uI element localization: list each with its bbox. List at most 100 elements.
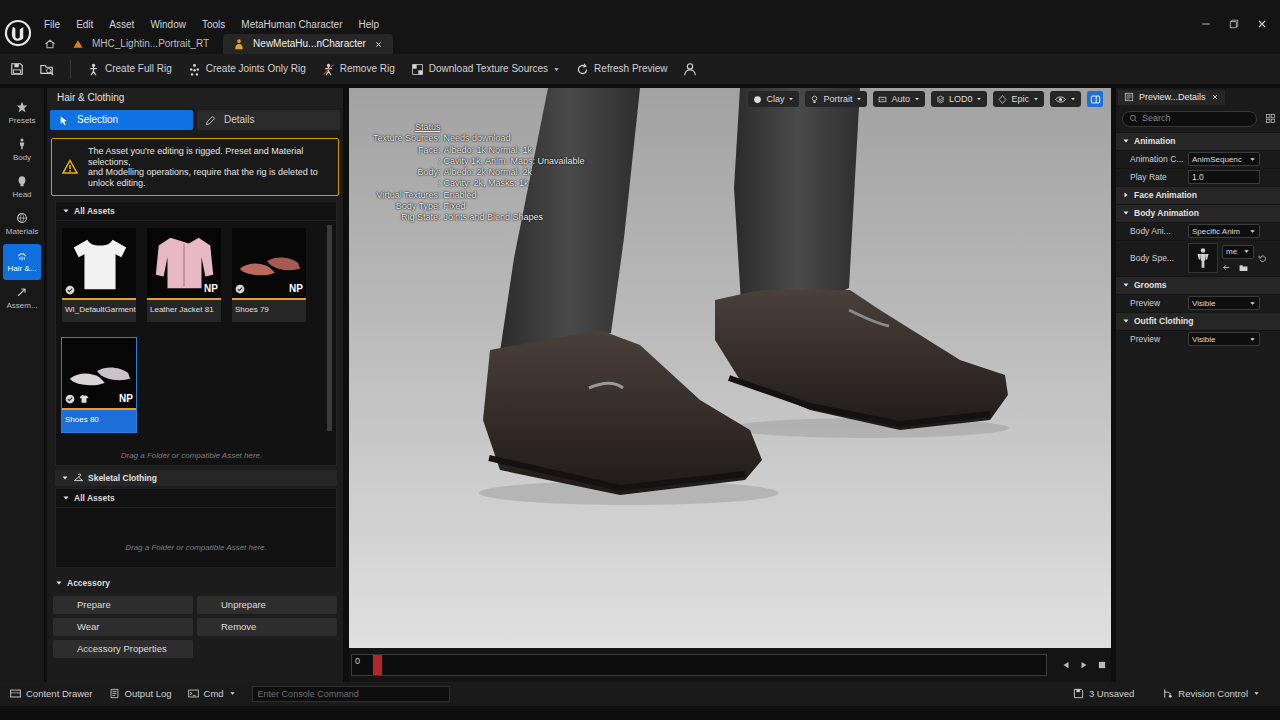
revision-control-button[interactable]: Revision Control xyxy=(1156,688,1266,699)
accessory-header[interactable]: Accessory xyxy=(55,578,337,588)
expand-arrow-icon xyxy=(62,494,70,502)
account-button[interactable] xyxy=(683,62,697,76)
preview-details-panel: Preview...DetailsAnimationAnimation C...… xyxy=(1116,88,1280,682)
asset-name: Leather Jacket 81 xyxy=(147,300,221,322)
asset-tile[interactable]: NPShoes 79 xyxy=(231,227,307,323)
stop-button[interactable] xyxy=(1097,660,1107,670)
asset-tile[interactable]: WI_DefaultGarment xyxy=(61,227,137,323)
all-assets-header[interactable]: All Assets xyxy=(56,489,336,508)
viewport-render[interactable]: ClayPortraitAutoLOD0EpicStatusTexture So… xyxy=(349,88,1111,648)
visibility-dropdown[interactable] xyxy=(1050,91,1081,107)
button-label: Revision Control xyxy=(1178,688,1248,699)
rig-icon xyxy=(87,63,100,76)
viewport-dropdown[interactable]: Auto xyxy=(873,91,925,107)
wearable-indicator xyxy=(164,284,174,294)
property-dropdown[interactable]: Visible xyxy=(1188,296,1260,310)
sidebar-item[interactable]: Assem... xyxy=(3,281,41,317)
previous-button[interactable] xyxy=(1061,660,1071,670)
unsaved-button[interactable]: 3 Unsaved xyxy=(1067,688,1140,699)
minimize-button[interactable] xyxy=(1192,14,1220,34)
viewport-dropdown[interactable]: Portrait xyxy=(805,91,867,107)
property-dropdown[interactable]: Visible xyxy=(1188,332,1260,346)
viewport-layout-toggle[interactable] xyxy=(1087,91,1103,107)
asset-grid: WI_DefaultGarmentNPLeather Jacket 81NPSh… xyxy=(56,221,327,433)
asset-dropdown[interactable]: me xyxy=(1222,245,1254,259)
viewport-dropdown[interactable]: Epic xyxy=(993,91,1044,107)
playhead[interactable] xyxy=(373,655,382,675)
details-tab[interactable]: Preview...Details xyxy=(1118,90,1225,105)
section-header[interactable]: Outfit Clothing xyxy=(1116,312,1280,330)
sidebar-item[interactable]: Head xyxy=(3,170,41,206)
menu-item[interactable]: MetaHuman Character xyxy=(233,15,350,34)
dropdown-value: AnimSequenc xyxy=(1192,155,1247,165)
accessory-button[interactable]: Prepare xyxy=(53,596,193,614)
light-bulb-icon xyxy=(810,95,819,104)
accessory-button[interactable]: Accessory Properties xyxy=(53,640,193,658)
menu-item[interactable]: Help xyxy=(350,15,387,34)
close-icon[interactable] xyxy=(374,40,383,49)
np-badge: NP xyxy=(289,283,303,295)
status-bar-button[interactable]: Content Drawer xyxy=(4,688,99,699)
document-tab[interactable]: MHC_Lightin...Portrait_RT xyxy=(62,34,219,54)
logo-area xyxy=(0,0,36,54)
status-label: Body Type: xyxy=(373,201,441,212)
play-button[interactable] xyxy=(1079,660,1089,670)
viewport-dropdown[interactable]: Clay xyxy=(748,91,799,107)
toolbar-button[interactable]: Remove Rig xyxy=(322,63,395,76)
sidebar-item[interactable]: Body xyxy=(3,133,41,169)
timeline-track[interactable]: 0 xyxy=(351,654,1047,676)
menu-item[interactable]: Edit xyxy=(68,15,101,34)
accessory-button[interactable]: Unprepare xyxy=(197,596,337,614)
status-bar: Content Drawer Output Log Cmd 3 Unsaved Revi… xyxy=(0,682,1280,706)
asset-thumbnail: NP xyxy=(62,338,136,410)
dropdown-arrow-icon xyxy=(1249,156,1256,163)
scrollbar-thumb[interactable] xyxy=(327,225,332,431)
accessory-button[interactable]: Wear xyxy=(53,618,193,636)
asset-tile[interactable]: NPLeather Jacket 81 xyxy=(146,227,222,323)
property-dropdown[interactable]: Specific Anim xyxy=(1188,224,1260,238)
close-icon[interactable] xyxy=(1211,93,1219,101)
section-header[interactable]: Grooms xyxy=(1116,276,1280,294)
asset-tile[interactable]: NPShoes 80 xyxy=(61,337,137,433)
section-header[interactable]: Face Animation xyxy=(1116,186,1280,204)
status-bar-button[interactable]: Cmd xyxy=(182,688,242,699)
property-input[interactable]: 1.0 xyxy=(1188,170,1260,184)
close-button[interactable] xyxy=(1248,14,1276,34)
button-label: Remove Rig xyxy=(340,63,395,75)
console-input[interactable] xyxy=(252,686,450,702)
viewport-toolbar: Clay Portrait Auto LOD0 Epic xyxy=(748,91,1103,107)
skeletal-clothing-header[interactable]: Skeletal Clothing xyxy=(55,470,337,486)
all-assets-header[interactable]: All Assets xyxy=(56,202,336,221)
menu-item[interactable]: File xyxy=(36,15,68,34)
menu-item[interactable]: Asset xyxy=(101,15,142,34)
viewport-dropdown[interactable]: LOD0 xyxy=(931,91,988,107)
section-title: Face Animation xyxy=(1134,190,1197,200)
browse-button[interactable] xyxy=(40,62,54,76)
menu-item[interactable]: Tools xyxy=(194,15,233,34)
toolbar-button[interactable]: Refresh Preview xyxy=(576,63,667,76)
property-dropdown[interactable]: AnimSequenc xyxy=(1188,152,1260,166)
status-bar-button[interactable]: Output Log xyxy=(103,688,178,699)
panel-tab[interactable]: Selection xyxy=(50,110,193,130)
sidebar-item[interactable]: Materials xyxy=(3,207,41,243)
reset-icon[interactable] xyxy=(1258,254,1267,263)
section-header[interactable]: Animation xyxy=(1116,132,1280,150)
use-selected-icon xyxy=(1222,263,1231,272)
menu-item[interactable]: Window xyxy=(142,15,194,34)
toolbar-button[interactable]: Create Joints Only Rig xyxy=(188,63,306,76)
restore-button[interactable] xyxy=(1220,14,1248,34)
sidebar-item[interactable]: Hair &... xyxy=(3,244,41,280)
view-options-button[interactable] xyxy=(1265,113,1276,124)
toolbar-button[interactable]: Create Full Rig xyxy=(87,63,172,76)
section-header[interactable]: Body Animation xyxy=(1116,204,1280,222)
scrollbar[interactable] xyxy=(327,225,332,431)
home-button[interactable] xyxy=(36,34,62,54)
skeletal-assets-panel: All AssetsDrag a Folder or compatible As… xyxy=(55,488,337,568)
sidebar-item[interactable]: Presets xyxy=(3,96,41,132)
panel-tab[interactable]: Details xyxy=(197,110,340,130)
document-tab[interactable]: NewMetaHu...nCharacter xyxy=(223,34,393,54)
toolbar-button[interactable]: Download Texture Sources xyxy=(411,63,560,76)
save-button[interactable] xyxy=(10,62,24,76)
search-input[interactable] xyxy=(1142,113,1250,124)
accessory-button[interactable]: Remove xyxy=(197,618,337,636)
